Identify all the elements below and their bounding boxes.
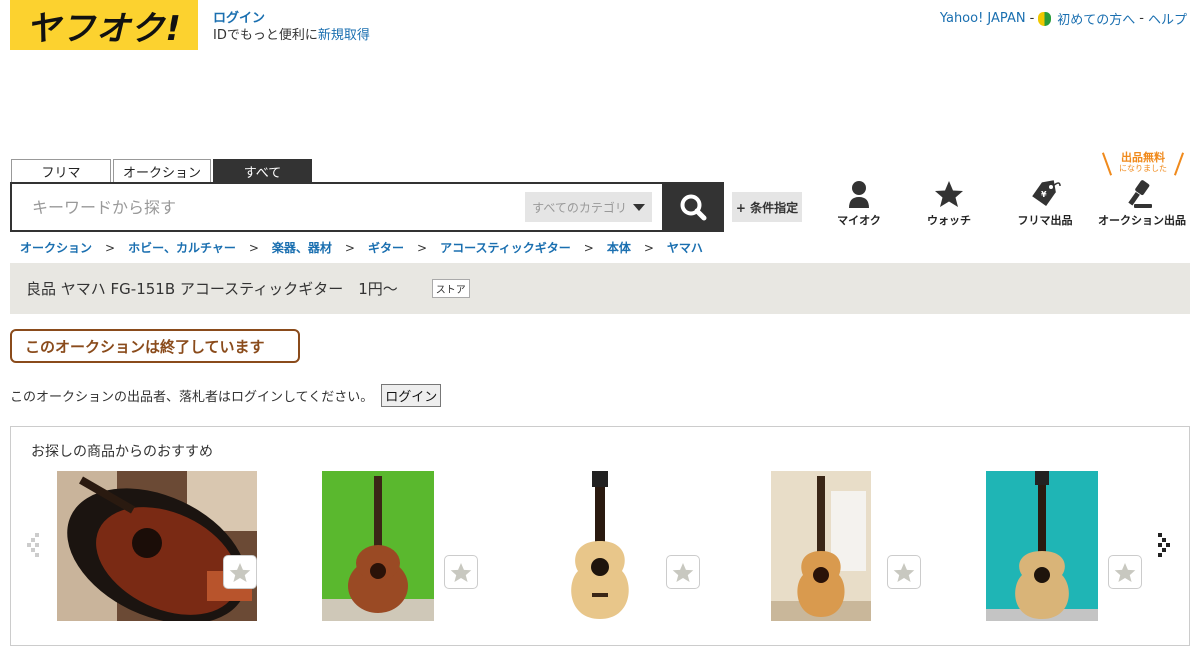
breadcrumb-item[interactable]: 楽器、器材	[272, 239, 332, 256]
watch-button[interactable]	[223, 555, 257, 589]
breadcrumb-item[interactable]: ギター	[368, 239, 404, 256]
register-link[interactable]: 新規取得	[318, 28, 370, 43]
product-image	[57, 471, 257, 621]
search-box: すべてのカテゴリ	[10, 182, 664, 232]
nav-flea-listing[interactable]: ¥ フリマ出品	[1006, 180, 1084, 228]
breadcrumb-item[interactable]: ヤマハ	[667, 239, 703, 256]
nav-myauction-label: マイオク	[837, 214, 881, 227]
gavel-icon	[1128, 180, 1152, 208]
breadcrumb-item[interactable]: アコースティックギター	[440, 239, 571, 256]
breadcrumb-item[interactable]: 本体	[607, 239, 631, 256]
watch-button[interactable]	[666, 555, 700, 589]
person-icon	[849, 181, 869, 208]
tab-auction[interactable]: オークション	[113, 159, 211, 182]
login-link[interactable]: ログイン	[213, 11, 265, 26]
product-image	[544, 471, 656, 621]
search-tabs: フリマ オークション すべて	[11, 159, 312, 182]
login-notice-text: このオークションの出品者、落札者はログインしてください。	[10, 390, 374, 405]
login-notice: このオークションの出品者、落札者はログインしてください。 ログイン	[10, 384, 442, 407]
tab-all[interactable]: すべて	[213, 159, 312, 182]
free-badge-sub: になりました	[1119, 164, 1167, 173]
item-title: 良品 ヤマハ FG-151B アコースティックギター 1円～	[26, 280, 398, 298]
login-sub-text: IDでもっと便利に	[213, 28, 318, 43]
link-separator: -	[1029, 11, 1035, 26]
next-arrow-icon[interactable]	[1154, 531, 1174, 561]
category-select[interactable]: すべてのカテゴリ	[525, 192, 652, 222]
beginners-link[interactable]: 初めての方へ	[1057, 9, 1135, 28]
link-separator: -	[1139, 11, 1144, 26]
watch-button[interactable]	[444, 555, 478, 589]
notice-login-button[interactable]: ログイン	[381, 384, 442, 407]
search-button[interactable]	[662, 182, 724, 232]
nav-watch-label: ウォッチ	[927, 214, 971, 227]
category-label: すべてのカテゴリ	[532, 200, 627, 215]
help-link[interactable]: ヘルプ	[1148, 9, 1187, 28]
product-image	[771, 471, 871, 621]
recommendations-title: お探しの商品からのおすすめ	[31, 444, 213, 460]
star-icon	[229, 562, 251, 582]
search-input[interactable]	[32, 197, 512, 217]
nav-watch[interactable]: ウォッチ	[892, 180, 1006, 228]
auction-ended-notice: このオークションは終了しています	[10, 329, 300, 363]
beginner-icon	[1038, 11, 1052, 26]
recommendations-panel: お探しの商品からのおすすめ	[10, 426, 1190, 646]
svg-text:¥: ¥	[1041, 190, 1047, 199]
store-badge: ストア	[431, 279, 470, 298]
nav-auction-listing-label: オークション出品	[1098, 214, 1186, 227]
star-icon	[672, 562, 694, 582]
star-icon	[450, 562, 472, 582]
yahoo-japan-link[interactable]: Yahoo! JAPAN	[940, 11, 1026, 26]
nav-myauction[interactable]: マイオク	[826, 180, 892, 228]
item-title-bar: 良品 ヤマハ FG-151B アコースティックギター 1円～ ストア	[10, 263, 1190, 314]
condition-button[interactable]: + 条件指定	[732, 192, 802, 222]
header-nav: マイオク ウォッチ ¥ フリマ出品 オークション出品	[826, 180, 1200, 228]
star-icon	[935, 181, 963, 207]
tab-flea-market[interactable]: フリマ	[11, 159, 111, 182]
login-block: ログイン IDでもっと便利に新規取得	[213, 10, 370, 44]
product-image	[322, 471, 434, 621]
yahuoku-logo[interactable]: ヤフオク!	[10, 0, 198, 50]
logo-text: ヤフオク!	[26, 8, 182, 49]
star-icon	[1114, 562, 1136, 582]
star-icon	[893, 562, 915, 582]
nav-flea-listing-label: フリマ出品	[1017, 214, 1073, 227]
search-icon	[680, 194, 707, 221]
caret-down-icon	[632, 203, 645, 211]
breadcrumb-item[interactable]: ホビー、カルチャー	[128, 239, 236, 256]
free-listing-badge: 出品無料 になりました	[1101, 152, 1185, 176]
breadcrumb: オークション > ホビー、カルチャー > 楽器、器材 > ギター > アコースティックギ…	[20, 239, 703, 256]
product-image	[986, 471, 1098, 621]
watch-button[interactable]	[1108, 555, 1142, 589]
top-links: Yahoo! JAPAN - 初めての方へ - ヘルプ	[940, 9, 1187, 28]
watch-button[interactable]	[887, 555, 921, 589]
prev-arrow-icon[interactable]	[25, 531, 45, 561]
breadcrumb-item[interactable]: オークション	[20, 239, 92, 256]
nav-auction-listing[interactable]: オークション出品	[1084, 180, 1200, 228]
price-tag-icon: ¥	[1032, 180, 1061, 206]
